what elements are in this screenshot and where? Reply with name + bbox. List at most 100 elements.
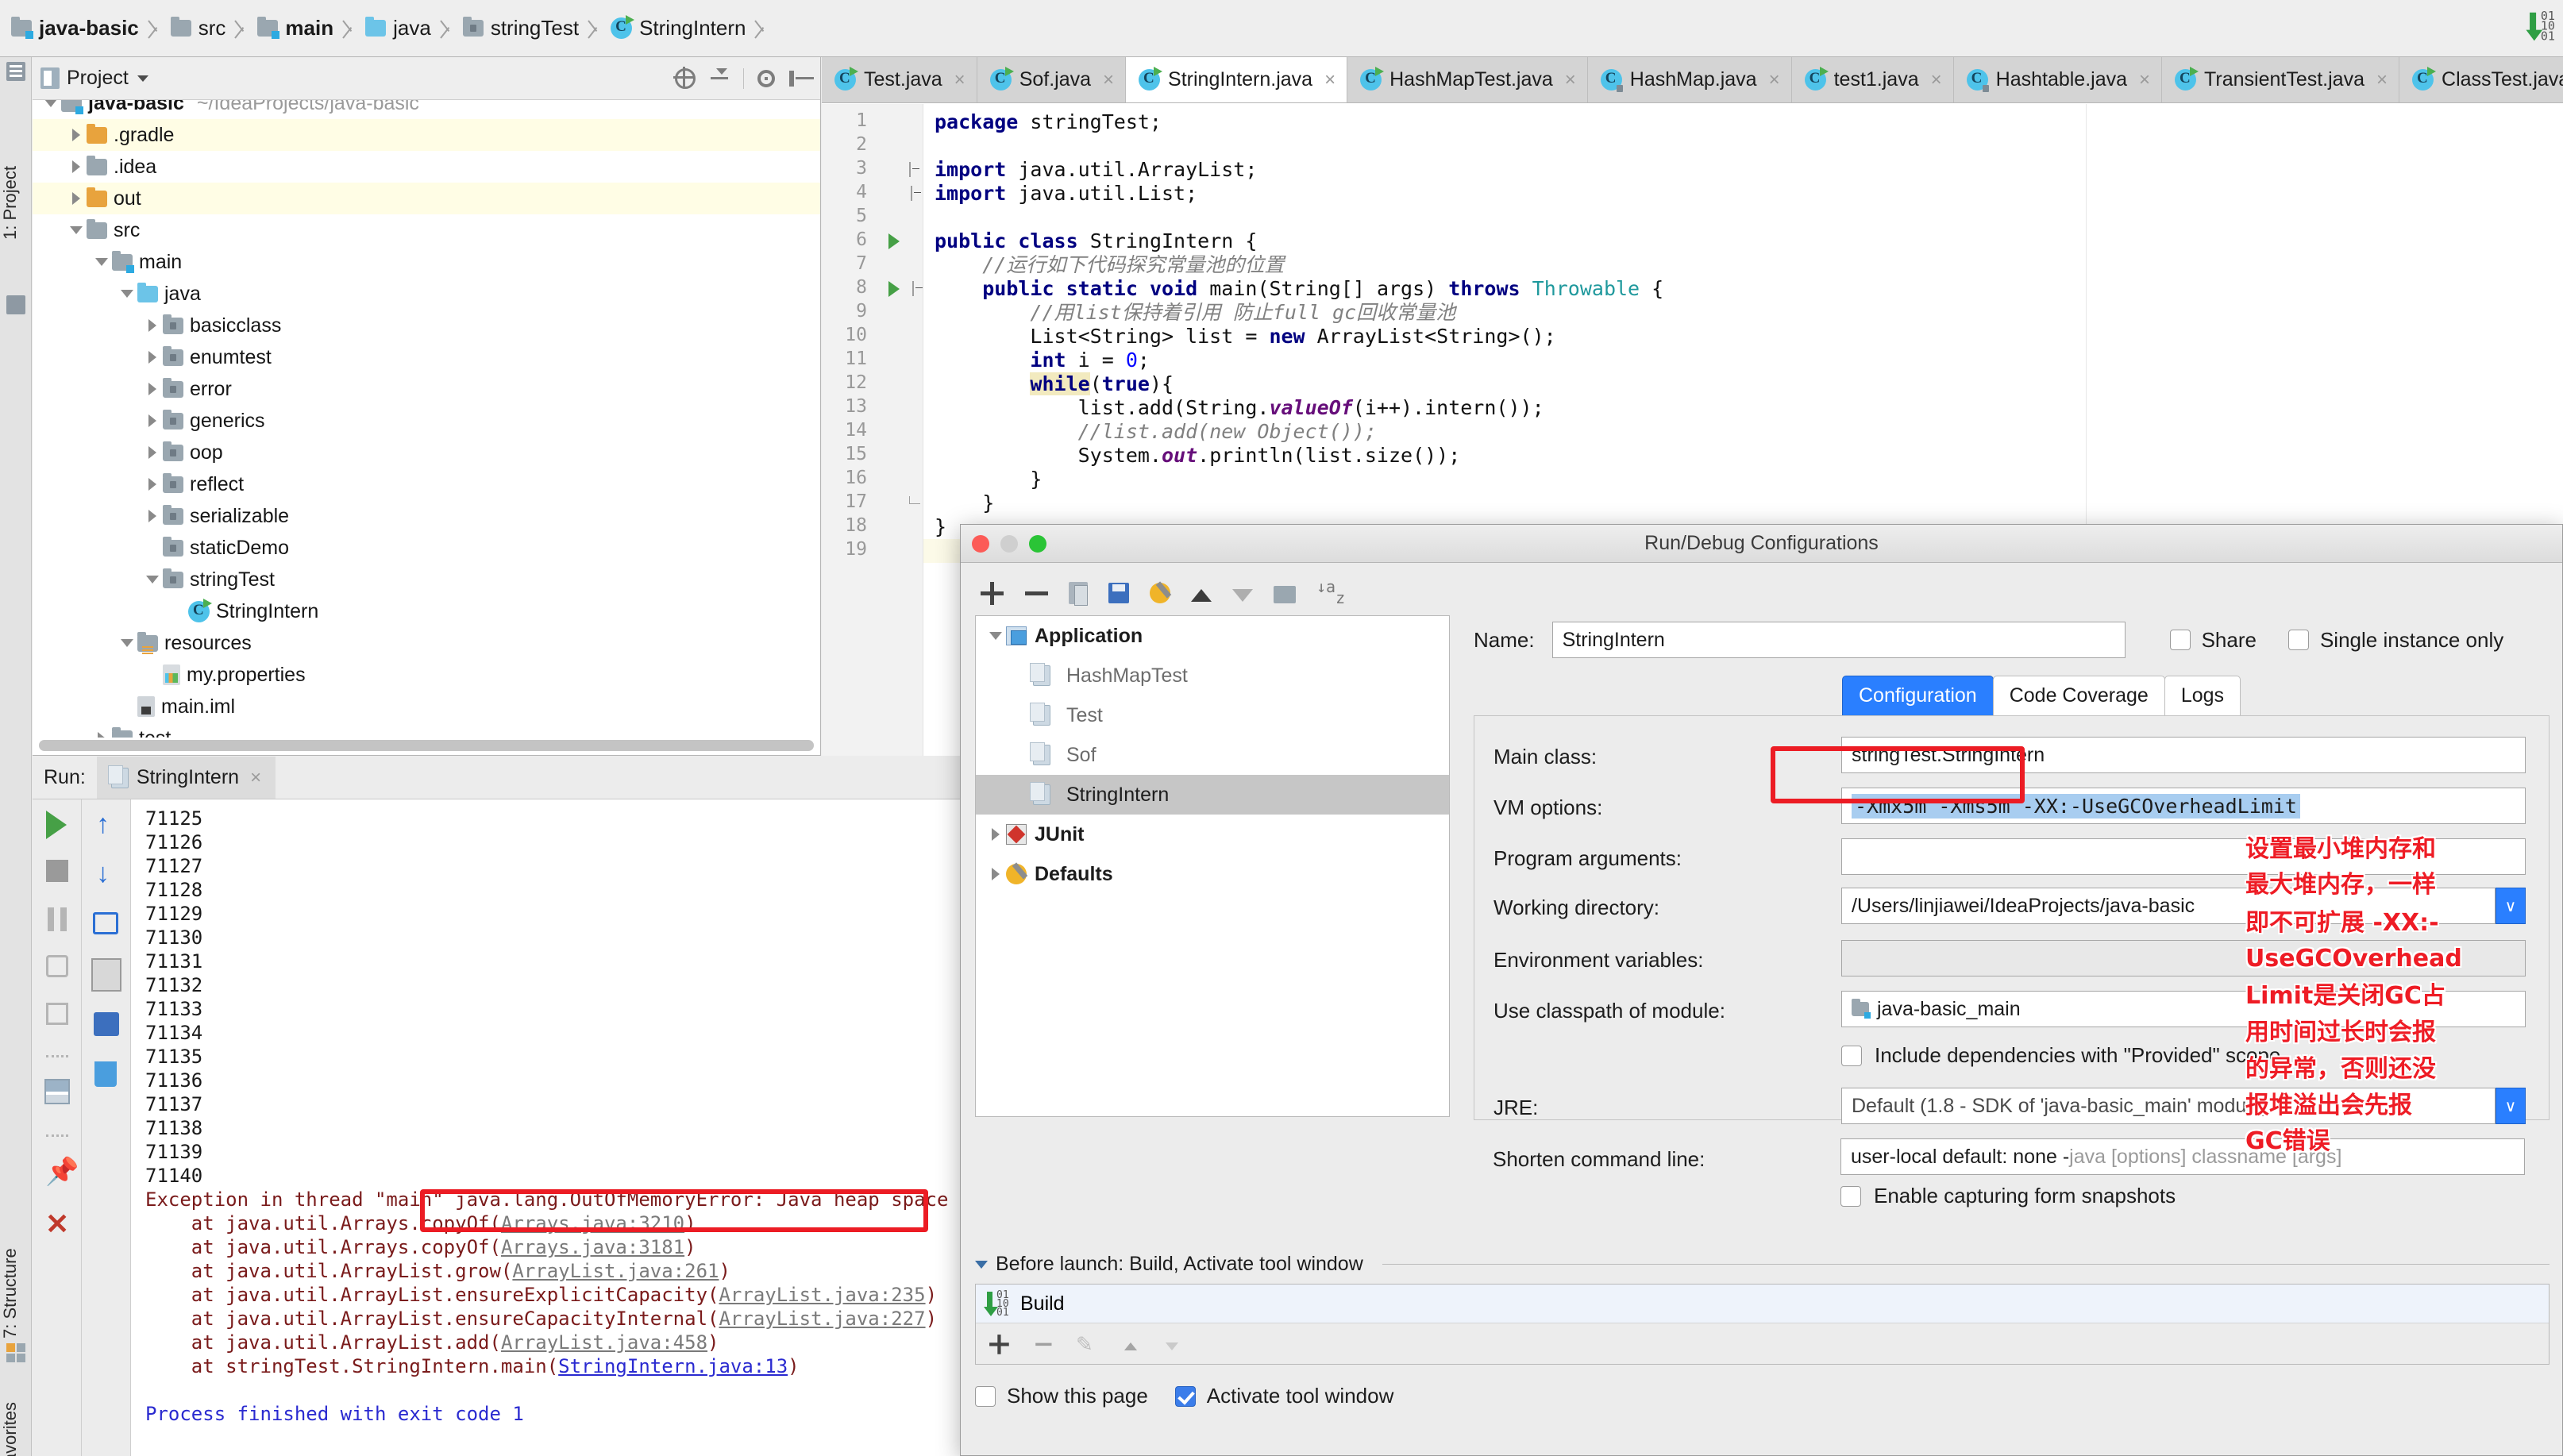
structure-icon[interactable] xyxy=(6,1343,25,1362)
tree-twisty-right-icon[interactable] xyxy=(66,160,87,173)
tree-node-java[interactable]: java xyxy=(33,278,820,310)
breadcrumb-item-java[interactable]: java xyxy=(365,0,431,56)
pin-icon[interactable]: 📌 xyxy=(45,1158,72,1185)
enable-snapshots-checkbox[interactable] xyxy=(1840,1186,1861,1207)
dialog-tabs[interactable]: Configuration Code Coverage Logs xyxy=(1842,676,2240,715)
sidebar-item-project[interactable]: 1: Project xyxy=(0,86,32,245)
sort-alphabetically-icon[interactable]: ↓a z xyxy=(1316,581,1340,605)
code-folding-icon[interactable] xyxy=(909,496,920,504)
vm-options-input[interactable]: -Xmx5m -Xms5m -XX:-UseGCOverheadLimit xyxy=(1841,788,2526,824)
close-icon[interactable]: × xyxy=(2139,69,2150,91)
project-tree[interactable]: java-basic~/IdeaProjects/java-basic.grad… xyxy=(33,100,820,738)
run-tab-stringintern[interactable]: StringIntern × xyxy=(97,757,276,799)
stack-trace-link[interactable]: Arrays.java:3181 xyxy=(501,1236,684,1258)
stack-trace-link[interactable]: ArrayList.java:458 xyxy=(501,1331,707,1354)
stack-trace-link[interactable]: ArrayList.java:227 xyxy=(719,1308,925,1330)
structure-thumb-icon[interactable] xyxy=(6,295,25,314)
tree-twisty-right-icon[interactable] xyxy=(142,478,163,491)
tree-twisty-right-icon[interactable] xyxy=(142,319,163,332)
config-tree-node-junit[interactable]: JUnit xyxy=(976,815,1449,854)
tree-node-main-iml[interactable]: main.iml xyxy=(33,691,820,722)
horizontal-scrollbar[interactable] xyxy=(39,740,814,751)
tree-node-test[interactable]: test xyxy=(33,722,820,738)
tree-twisty-down-icon[interactable] xyxy=(142,576,163,584)
console-stack-line[interactable]: at java.util.Arrays.copyOf(Arrays.java:3… xyxy=(145,1235,961,1259)
share-checkbox[interactable] xyxy=(2170,630,2191,650)
build-indicator-icon[interactable]: 011001 xyxy=(2530,14,2553,38)
soft-wrap-icon[interactable] xyxy=(93,912,118,934)
tree-twisty-right-icon[interactable] xyxy=(142,510,163,522)
sidebar-item-favorites[interactable]: 2: Favorites xyxy=(0,1371,32,1456)
console-stack-line[interactable]: at java.util.ArrayList.ensureExplicitCap… xyxy=(145,1283,961,1307)
close-icon[interactable]: × xyxy=(1565,69,1576,91)
breadcrumb-item-main[interactable]: main xyxy=(257,0,333,56)
configurations-tree[interactable]: ApplicationHashMapTestTestSofStringInter… xyxy=(975,615,1450,1117)
config-tree-node-defaults[interactable]: Defaults xyxy=(976,854,1449,894)
edit-defaults-icon[interactable] xyxy=(1150,583,1170,603)
tree-twisty-right-icon[interactable] xyxy=(142,351,163,364)
minimize-icon[interactable] xyxy=(1000,535,1018,553)
tree-twisty-down-icon[interactable] xyxy=(40,100,61,107)
run-icon[interactable] xyxy=(46,811,67,839)
tree-node-my-properties[interactable]: my.properties xyxy=(33,659,820,691)
sidebar-item-structure[interactable]: 7: Structure xyxy=(0,1169,32,1343)
camera-icon[interactable] xyxy=(46,955,68,977)
config-tree-node-test[interactable]: Test xyxy=(976,695,1449,735)
tree-twisty-right-icon[interactable] xyxy=(66,129,87,141)
breadcrumb-item-stringintern[interactable]: StringIntern xyxy=(611,0,746,56)
stack-trace-link[interactable]: StringIntern.java:13 xyxy=(558,1355,788,1377)
close-icon[interactable]: × xyxy=(1931,69,1942,91)
single-instance-checkbox[interactable] xyxy=(2288,630,2309,650)
tree-node-staticdemo[interactable]: staticDemo xyxy=(33,532,820,564)
tree-twisty-right-icon[interactable] xyxy=(66,192,87,205)
tab-logs[interactable]: Logs xyxy=(2164,676,2241,715)
code-folding-icon[interactable] xyxy=(909,162,911,177)
tab-configuration[interactable]: Configuration xyxy=(1842,676,1994,715)
move-down-icon[interactable] xyxy=(1232,589,1253,602)
tree-node-out[interactable]: out xyxy=(33,183,820,214)
before-launch-list[interactable]: 011001 Build ✎ xyxy=(975,1284,2550,1365)
close-icon[interactable]: × xyxy=(1769,69,1780,91)
new-folder-icon[interactable] xyxy=(1274,586,1296,603)
locate-icon[interactable] xyxy=(675,68,696,89)
editor-tab-sof-java[interactable]: Sof.java× xyxy=(977,57,1126,102)
stack-trace-link[interactable]: ArrayList.java:235 xyxy=(719,1284,925,1306)
editor-tab-hashtable-java[interactable]: Hashtable.java× xyxy=(1954,57,2162,102)
configurations-toolbar[interactable]: ↓a z xyxy=(972,572,1456,614)
console-stack-line[interactable]: at java.util.ArrayList.grow(ArrayList.ja… xyxy=(145,1259,961,1283)
include-provided-checkbox[interactable] xyxy=(1841,1046,1862,1066)
before-launch-item-build[interactable]: 011001 Build xyxy=(976,1285,2549,1323)
save-icon[interactable] xyxy=(1108,583,1129,603)
editor-tab-transienttest-java[interactable]: TransientTest.java× xyxy=(2162,57,2399,102)
tree-node--gradle[interactable]: .gradle xyxy=(33,119,820,151)
config-tree-node-application[interactable]: Application xyxy=(976,616,1449,656)
tree-node-enumtest[interactable]: enumtest xyxy=(33,341,820,373)
tree-node-stringintern[interactable]: StringIntern xyxy=(33,595,820,627)
tree-twisty-right-icon[interactable] xyxy=(985,868,1006,880)
trash-icon[interactable] xyxy=(94,1061,117,1087)
tree-node-error[interactable]: error xyxy=(33,373,820,405)
print-icon[interactable] xyxy=(94,1012,119,1036)
hide-icon[interactable] xyxy=(788,68,809,89)
run-gutter-icon[interactable] xyxy=(888,281,900,297)
tree-twisty-right-icon[interactable] xyxy=(985,828,1006,841)
close-icon[interactable] xyxy=(972,535,989,553)
move-up-icon[interactable] xyxy=(1191,589,1212,602)
tree-node-serializable[interactable]: serializable xyxy=(33,500,820,532)
breadcrumb-item-src[interactable]: src xyxy=(171,0,226,56)
console-stack-line[interactable]: at java.util.ArrayList.add(ArrayList.jav… xyxy=(145,1331,961,1354)
rerun-failed-icon[interactable] xyxy=(46,1003,68,1025)
working-directory-browse-button[interactable]: ∨ xyxy=(2496,888,2526,924)
chevron-down-icon[interactable] xyxy=(975,1261,988,1269)
main-class-input[interactable]: stringTest.StringIntern xyxy=(1841,737,2526,773)
editor-tab-stringintern-java[interactable]: StringIntern.java× xyxy=(1126,57,1347,102)
project-tool-icon[interactable] xyxy=(6,62,25,81)
move-down-icon[interactable] xyxy=(1166,1342,1178,1350)
config-tree-node-sof[interactable]: Sof xyxy=(976,735,1449,775)
run-toolbar-primary[interactable]: 📌 ✕ xyxy=(33,799,82,1456)
stop-icon[interactable] xyxy=(46,860,68,882)
run-gutter-icon[interactable] xyxy=(888,233,900,249)
code-folding-icon[interactable] xyxy=(912,281,914,296)
scroll-down-icon[interactable]: ↓ xyxy=(96,860,123,887)
jre-dropdown-button[interactable]: ∨ xyxy=(2496,1088,2526,1124)
